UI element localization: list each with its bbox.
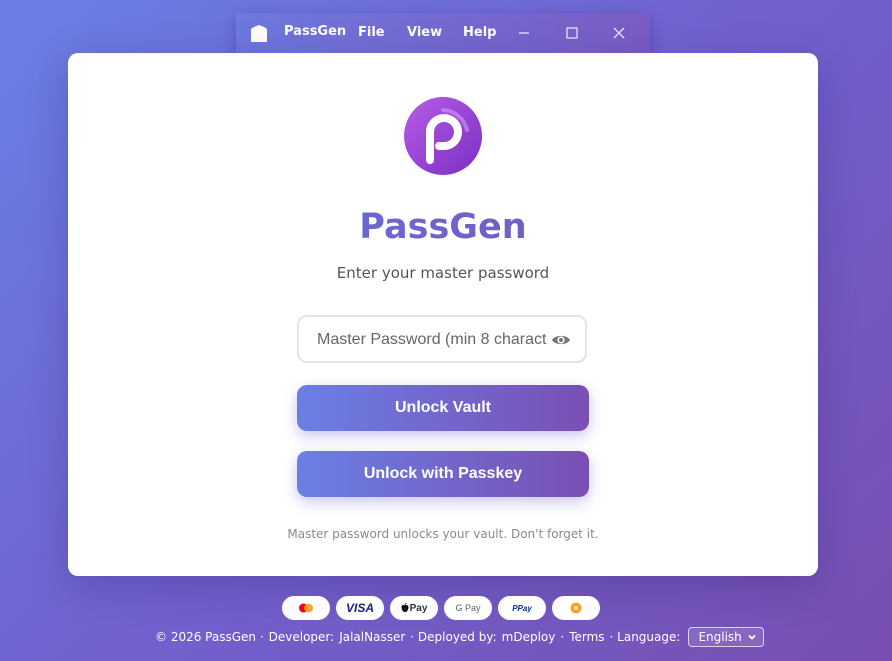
window-titlebar: PassGen File View Help [236,13,650,53]
language-label: · Language: [609,630,681,644]
deployer-link[interactable]: mDeploy [502,630,556,644]
passgen-logo-icon [404,97,482,175]
master-password-note: Master password unlocks your vault. Don'… [287,527,599,541]
app-name: PassGen [284,24,347,39]
deployed-label: · Deployed by: [410,630,497,644]
separator: · [560,630,565,644]
menu-help[interactable]: Help [463,25,496,40]
close-button[interactable] [609,23,629,43]
maximize-icon [566,27,578,39]
developer-label: Developer: [268,630,335,644]
google-pay-icon: G Pay [444,596,492,620]
page-title: PassGen [68,207,818,247]
master-password-field [297,315,587,363]
minimize-icon [519,32,529,34]
close-icon [613,27,625,39]
menu-view[interactable]: View [407,25,442,40]
developer-link[interactable]: JalalNasser [339,630,405,644]
master-password-input[interactable] [315,328,549,352]
paypal-icon: PPay [498,596,546,620]
language-value: English [698,630,742,644]
language-select[interactable]: English [688,627,765,647]
apple-pay-label: Pay [409,602,428,614]
apple-pay-icon: Pay [390,596,438,620]
footer: © 2026 PassGen · Developer: JalalNasser … [155,627,765,647]
unlock-passkey-button[interactable]: Unlock with Passkey [297,451,589,497]
minimize-button[interactable] [514,23,534,43]
page-subtitle: Enter your master password [336,264,550,282]
menu-file[interactable]: File [358,25,385,40]
maximize-button[interactable] [562,23,582,43]
mastercard-icon [282,596,330,620]
login-card: PassGen Enter your master password Unloc… [68,53,818,576]
visa-icon: VISA [336,596,384,620]
other-pay-icon [552,596,600,620]
terms-link[interactable]: Terms [569,630,604,644]
app-icon [251,25,267,42]
unlock-vault-button[interactable]: Unlock Vault [297,385,589,431]
show-password-eye-icon[interactable] [551,332,571,348]
chevron-down-icon [748,634,757,640]
copyright: © 2026 PassGen · [155,630,264,644]
